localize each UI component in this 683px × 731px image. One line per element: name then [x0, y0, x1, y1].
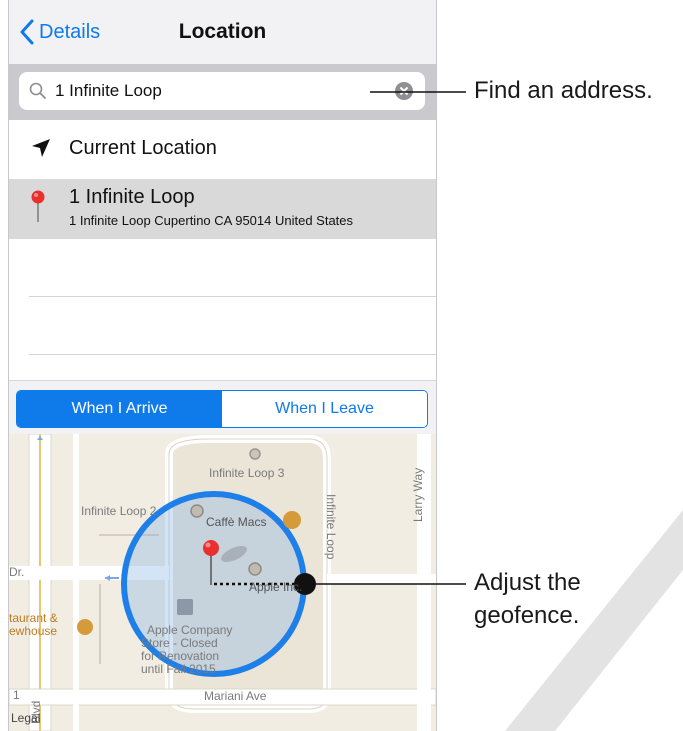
map-label-store-1: Apple Company [147, 623, 232, 637]
chevron-left-icon [20, 19, 34, 45]
map-label-restaurant-2: ewhouse [9, 624, 57, 638]
segment-when-i-leave[interactable]: When I Leave [222, 391, 427, 427]
callout-adjust-2: geofence. [474, 602, 580, 629]
map-label-store-2: Store - Closed [141, 636, 218, 650]
current-location-row[interactable]: Current Location [9, 120, 436, 178]
back-button[interactable]: Details [19, 18, 100, 46]
search-input[interactable]: 1 Infinite Loop [19, 72, 425, 110]
list-divider [29, 296, 436, 297]
search-icon [29, 82, 46, 99]
map-view[interactable]: Infinite Loop 3 Infinite Loop 2 Caffè Ma… [9, 434, 436, 731]
search-value: 1 Infinite Loop [55, 81, 162, 100]
map-label-infinite-loop-vertical: Infinite Loop [324, 494, 338, 560]
map-label-num: 1 [13, 688, 20, 702]
selected-result-row[interactable]: 1 Infinite Loop 1 Infinite Loop Cupertin… [9, 179, 436, 239]
map-label-restaurant-1: taurant & [9, 611, 58, 625]
map-label-store-3: for Renovation [141, 649, 219, 663]
map-label-larry-way: Larry Way [411, 468, 425, 522]
list-divider [29, 354, 436, 355]
page-title: Location [178, 20, 267, 43]
navigation-bar: Details Location [9, 0, 436, 64]
map-label-mariani: Mariani Ave [204, 689, 267, 703]
map-label-infinite-loop-2: Infinite Loop 2 [81, 504, 157, 518]
callout-adjust-1: Adjust the [474, 569, 581, 596]
map-label-dr: Dr. [9, 565, 24, 579]
trigger-segmented-control: When I Arrive When I Leave [16, 390, 428, 428]
map-label-infinite-loop-3: Infinite Loop 3 [209, 466, 285, 480]
result-title: 1 Infinite Loop [69, 186, 195, 208]
current-location-label: Current Location [69, 137, 217, 159]
trigger-segment-area: When I Arrive When I Leave [9, 380, 436, 435]
callout-find-address: Find an address. [474, 77, 653, 104]
search-bar: 1 Infinite Loop [9, 64, 436, 120]
clear-icon[interactable] [395, 82, 413, 100]
map-pin-icon [31, 190, 45, 222]
segment-when-i-arrive[interactable]: When I Arrive [17, 391, 222, 427]
map-label-apple-inc: Apple Inc. [249, 580, 302, 594]
location-arrow-icon [32, 139, 50, 157]
back-label: Details [39, 20, 101, 43]
phone-screen: Details Location 1 Infinite Loop Current… [8, 0, 437, 731]
result-subtitle: 1 Infinite Loop Cupertino CA 95014 Unite… [69, 213, 354, 228]
map-label-legal: Legal [11, 711, 40, 725]
map-label-caffe: Caffè Macs [206, 515, 266, 529]
map-label-store-4: until Fall 2015 [141, 662, 216, 676]
map-canvas[interactable]: Infinite Loop 3 Infinite Loop 2 Caffè Ma… [9, 434, 436, 731]
